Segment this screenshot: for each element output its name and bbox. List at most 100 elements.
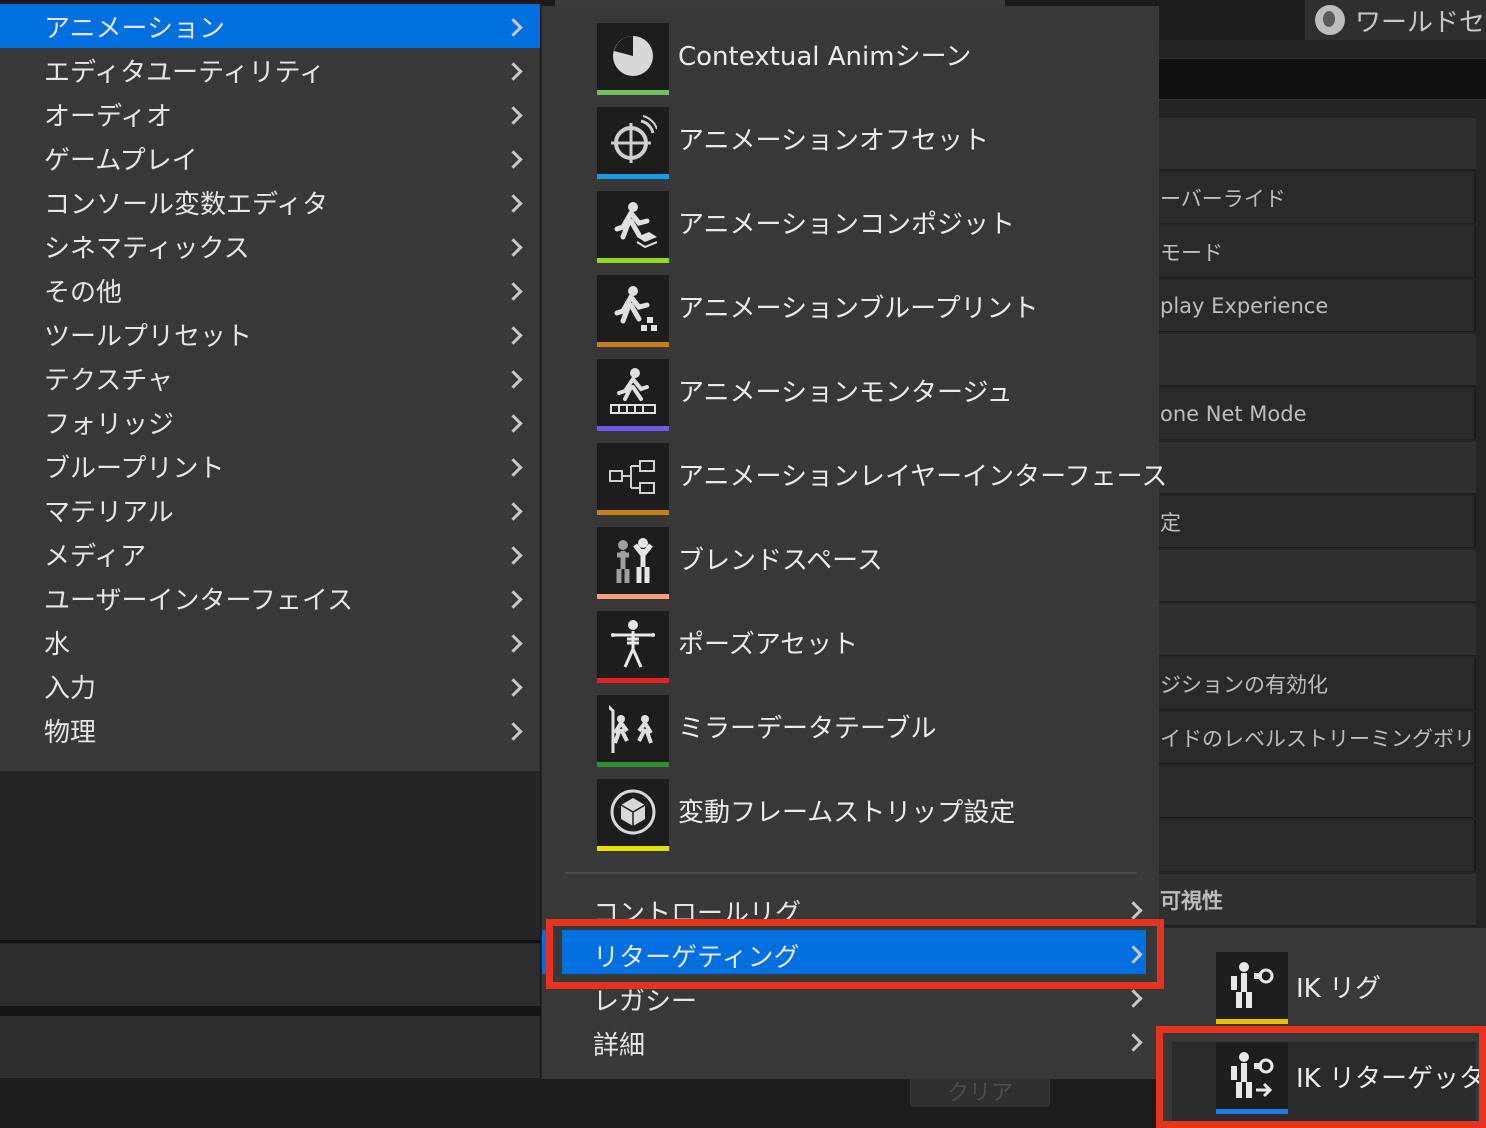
details-property-row[interactable]: イドのレベルストリーミングボリュ... [1158, 712, 1476, 764]
details-category-row[interactable] [1158, 550, 1476, 602]
chevron-right-icon [505, 501, 525, 521]
details-category-row[interactable]: 可視性 [1158, 874, 1476, 926]
asset-item-pose-asset[interactable]: ポーズアセット [597, 608, 1157, 692]
property-label: one Net Mode [1160, 401, 1307, 426]
menu-item-materials[interactable]: マテリアル [0, 488, 540, 532]
menu-item-label: メディア [44, 541, 147, 572]
details-property-row[interactable]: ーバーライド [1158, 172, 1476, 224]
asset-item-ik-rig[interactable]: IK リグ [1216, 952, 1481, 1036]
chevron-right-icon [505, 545, 525, 565]
submenu-item-label: レガシー [593, 987, 698, 1017]
menu-item-physics[interactable]: 物理 [0, 708, 540, 752]
chevron-right-icon [505, 633, 525, 653]
menu-item-media[interactable]: メディア [0, 532, 540, 576]
property-label: イドのレベルストリーミングボリュ... [1160, 726, 1476, 751]
menu-item-console-variables[interactable]: コンソール変数エディタ [0, 180, 540, 224]
asset-color-bar [1216, 1019, 1288, 1024]
submenu-item-legacy[interactable]: レガシー [542, 974, 1160, 1018]
globe-icon [1315, 5, 1345, 35]
asset-label: Contextual Animシーン [678, 42, 972, 72]
asset-item-mirror-data-table[interactable]: ミラーデータテーブル [597, 692, 1157, 776]
menu-item-label: 入力 [44, 673, 97, 704]
asset-thumbnail [1216, 1042, 1288, 1114]
submenu-item-label: リターゲティング [593, 943, 800, 973]
submenu-item-retargeting[interactable]: リターゲティング [542, 930, 1160, 974]
menu-item-audio[interactable]: オーディオ [0, 92, 540, 136]
property-label: ジションの有効化 [1160, 672, 1328, 697]
details-property-row[interactable]: play Experience [1158, 280, 1476, 332]
animation-submenu: Contextual Animシーン アニメーションオフセット アニメーションコ… [541, 6, 1167, 1079]
asset-color-bar [597, 846, 669, 851]
chevron-right-icon [1125, 988, 1145, 1008]
menu-item-water[interactable]: 水 [0, 620, 540, 664]
details-category-row[interactable] [1158, 442, 1476, 494]
menu-separator [565, 872, 1137, 874]
panel-row [0, 1016, 540, 1078]
details-category-row[interactable] [1158, 334, 1476, 386]
details-property-row[interactable]: 定 [1158, 496, 1476, 548]
submenu-item-advanced[interactable]: 詳細 [542, 1018, 1160, 1062]
details-property-row[interactable]: ジションの有効化 [1158, 658, 1476, 710]
asset-thumbnail [597, 443, 669, 515]
property-label: 定 [1160, 510, 1181, 535]
asset-item-ik-retargeter[interactable]: IK リターゲッタ [1216, 1042, 1485, 1126]
asset-color-bar [597, 90, 669, 95]
world-settings-tab[interactable]: ワールドセ [1305, 0, 1486, 40]
asset-thumbnail [597, 107, 669, 179]
menu-item-input[interactable]: 入力 [0, 664, 540, 708]
asset-item-anim-composite[interactable]: アニメーションコンポジット [597, 188, 1157, 272]
retargeting-submenu: IK リグ IK リターゲッタ [1158, 928, 1486, 1128]
asset-item-blendspace[interactable]: ブレンドスペース [597, 524, 1157, 608]
menu-item-gameplay[interactable]: ゲームプレイ [0, 136, 540, 180]
menu-item-label: テクスチャ [44, 365, 173, 396]
property-label: play Experience [1160, 293, 1329, 318]
divider [0, 1006, 540, 1016]
menu-item-label: ゲームプレイ [44, 145, 198, 176]
asset-item-anim-layer-interface[interactable]: アニメーションレイヤーインターフェース [597, 440, 1167, 524]
details-property-row[interactable]: one Net Mode [1158, 388, 1476, 440]
asset-label: アニメーションコンポジット [678, 210, 1015, 240]
asset-item-aim-offset[interactable]: アニメーションオフセット [597, 104, 1157, 188]
asset-color-bar [597, 342, 669, 347]
asset-label: ミラーデータテーブル [678, 714, 937, 744]
details-category-row[interactable] [1158, 118, 1476, 170]
asset-thumbnail [597, 191, 669, 263]
menu-item-label: 物理 [44, 717, 97, 748]
menu-item-label: ブループリント [44, 453, 225, 484]
details-property-row[interactable] [1158, 766, 1476, 818]
menu-item-label: エディタユーティリティ [44, 57, 326, 88]
submenu-item-control-rig[interactable]: コントロールリグ [542, 886, 1160, 930]
clear-button[interactable]: クリア [910, 1075, 1050, 1107]
asset-color-bar [1216, 1109, 1288, 1114]
menu-item-editor-utilities[interactable]: エディタユーティリティ [0, 48, 540, 92]
menu-item-foliage[interactable]: フォリッジ [0, 400, 540, 444]
details-category-row[interactable] [1158, 604, 1476, 656]
asset-item-contextual-anim-scene[interactable]: Contextual Animシーン [597, 20, 1157, 104]
menu-item-user-interface[interactable]: ユーザーインターフェイス [0, 576, 540, 620]
aim-offset-icon [611, 115, 657, 163]
asset-label: アニメーションオフセット [678, 126, 989, 156]
asset-label: アニメーションモンタージュ [678, 378, 1013, 408]
menu-item-animation[interactable]: アニメーション [0, 4, 540, 48]
asset-label: ブレンドスペース [678, 546, 883, 576]
asset-label: ポーズアセット [678, 630, 859, 660]
menu-item-misc[interactable]: その他 [0, 268, 540, 312]
asset-color-bar [597, 594, 669, 599]
menu-item-tool-presets[interactable]: ツールプリセット [0, 312, 540, 356]
menu-item-blueprints[interactable]: ブループリント [0, 444, 540, 488]
asset-color-bar [597, 762, 669, 767]
details-property-row[interactable]: モード [1158, 226, 1476, 278]
asset-color-bar [597, 426, 669, 431]
menu-item-label: その他 [44, 277, 123, 308]
asset-category-menu: アニメーション エディタユーティリティ オーディオ ゲームプレイ コンソール変数… [0, 4, 540, 771]
menu-item-cinematics[interactable]: シネマティックス [0, 224, 540, 268]
asset-item-anim-blueprint[interactable]: アニメーションブループリント [597, 272, 1157, 356]
asset-item-anim-montage[interactable]: アニメーションモンタージュ [597, 356, 1157, 440]
chevron-right-icon [505, 721, 525, 741]
asset-thumbnail [597, 23, 669, 95]
mirror-table-icon [609, 704, 653, 753]
menu-item-textures[interactable]: テクスチャ [0, 356, 540, 400]
asset-item-frame-strip-settings[interactable]: 変動フレームストリップ設定 [597, 776, 1157, 860]
details-property-row[interactable] [1158, 820, 1476, 872]
details-search-input[interactable] [1158, 58, 1486, 100]
